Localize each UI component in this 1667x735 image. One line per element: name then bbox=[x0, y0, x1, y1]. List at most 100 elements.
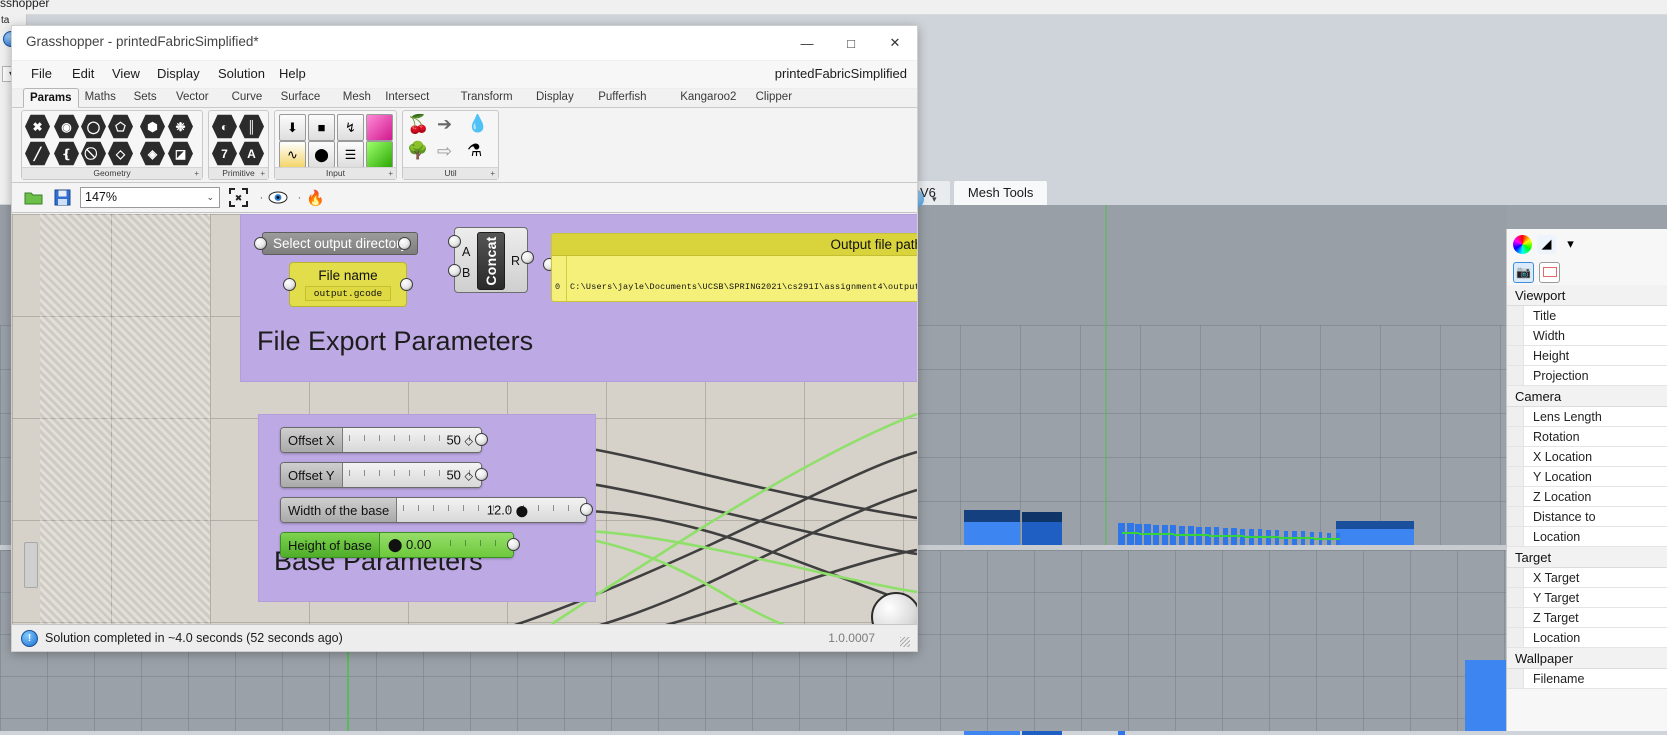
ribbon-expand-util[interactable]: + bbox=[490, 168, 495, 179]
slider-width-of-base-track[interactable]: 12.0 ⬤ bbox=[397, 498, 586, 522]
port-concat-a[interactable] bbox=[448, 235, 461, 248]
tab-mesh-tools[interactable]: Mesh Tools bbox=[952, 180, 1049, 205]
comp-util-pill-icon[interactable]: 💧 bbox=[467, 114, 493, 140]
comp-geometry-7[interactable]: ❴ bbox=[54, 141, 80, 167]
comp-geometry-8[interactable]: ⃠ bbox=[81, 141, 107, 167]
port-concat-r[interactable] bbox=[521, 251, 534, 264]
tab-pufferfish[interactable]: Pufferfish bbox=[592, 89, 652, 106]
menu-edit[interactable]: Edit bbox=[72, 66, 94, 81]
property-row-title[interactable]: Title bbox=[1507, 306, 1667, 326]
tab-display[interactable]: Display bbox=[530, 89, 580, 106]
minimize-button[interactable]: — bbox=[785, 26, 829, 60]
bake-flame-icon[interactable]: 🔥 bbox=[305, 187, 326, 208]
comp-util-arrow-right-icon[interactable]: ➔ bbox=[437, 114, 463, 140]
menu-help[interactable]: Help bbox=[279, 66, 306, 81]
slider-width-of-base-knob[interactable]: ⬤ bbox=[516, 506, 528, 518]
slider-height-of-base[interactable]: Height of base ⬤ 0.00 bbox=[280, 532, 514, 558]
slider-offset-y-track[interactable]: 50 ◇ bbox=[342, 463, 481, 487]
layers-icon[interactable]: ◢ bbox=[1537, 234, 1556, 254]
comp-primitive-3[interactable]: A bbox=[239, 141, 265, 167]
property-row-rotation[interactable]: Rotation bbox=[1507, 427, 1667, 447]
slider-offset-x-track[interactable]: 50 ◇ bbox=[342, 428, 481, 452]
menu-view[interactable]: View bbox=[112, 66, 140, 81]
property-row-z-location[interactable]: Z Location bbox=[1507, 487, 1667, 507]
comp-input-list-icon[interactable]: ☰ bbox=[337, 141, 364, 168]
tab-clipper[interactable]: Clipper bbox=[750, 89, 798, 106]
grasshopper-canvas[interactable]: File Export Parameters Base Parameters S… bbox=[12, 214, 917, 624]
tab-vector[interactable]: Vector bbox=[170, 89, 215, 106]
comp-util-tree-icon[interactable]: 🌳 bbox=[407, 141, 433, 167]
menu-file[interactable]: File bbox=[31, 66, 52, 81]
node-concat[interactable]: A B R Concat bbox=[454, 227, 528, 293]
node-file-name[interactable]: File name output.gcode bbox=[289, 262, 407, 307]
more-icon[interactable]: ▾ bbox=[1561, 235, 1580, 254]
port-height-of-base-out[interactable] bbox=[507, 538, 520, 551]
property-row-x-target[interactable]: X Target bbox=[1507, 568, 1667, 588]
resize-grip[interactable] bbox=[900, 637, 910, 647]
comp-input-button-icon[interactable]: ■ bbox=[308, 114, 335, 141]
camera-icon[interactable]: 📷 bbox=[1513, 261, 1534, 283]
ribbon-expand-geometry[interactable]: + bbox=[194, 168, 199, 179]
tab-sets[interactable]: Sets bbox=[128, 89, 163, 106]
open-folder-icon[interactable] bbox=[23, 187, 44, 208]
port-file-name-out[interactable] bbox=[400, 278, 413, 291]
property-row-projection[interactable]: Projection bbox=[1507, 366, 1667, 386]
property-row-distance-to[interactable]: Distance to bbox=[1507, 507, 1667, 527]
property-row-width[interactable]: Width bbox=[1507, 326, 1667, 346]
port-concat-b[interactable] bbox=[448, 264, 461, 277]
close-button[interactable]: ✕ bbox=[873, 26, 917, 60]
comp-geometry-0[interactable]: ✖ bbox=[25, 114, 51, 140]
preview-eye-icon[interactable] bbox=[267, 187, 288, 208]
zoom-extents-icon[interactable]: ✖ bbox=[228, 187, 249, 208]
comp-util-flask-icon[interactable]: ⚗ bbox=[467, 141, 493, 167]
comp-primitive-1[interactable]: ║ bbox=[239, 114, 265, 140]
canvas-scrollbar-thumb[interactable] bbox=[24, 542, 38, 588]
comp-geometry-6[interactable]: ╱ bbox=[25, 141, 51, 167]
property-row-z-target[interactable]: Z Target bbox=[1507, 608, 1667, 628]
comp-primitive-2[interactable]: 7 bbox=[212, 141, 238, 167]
menu-solution[interactable]: Solution bbox=[218, 66, 265, 81]
viewport-icon[interactable] bbox=[1539, 261, 1560, 283]
comp-geometry-11[interactable]: ◪ bbox=[168, 141, 194, 167]
menu-display[interactable]: Display bbox=[157, 66, 200, 81]
port-select-dir-in[interactable] bbox=[254, 237, 267, 250]
comp-geometry-2[interactable]: ◯ bbox=[81, 114, 107, 140]
comp-geometry-10[interactable]: ◈ bbox=[140, 141, 166, 167]
left-tab-0[interactable]: ta bbox=[1, 15, 9, 26]
comp-input-gradient-icon[interactable]: ↯ bbox=[337, 114, 364, 141]
tab-intersect[interactable]: Intersect bbox=[379, 89, 435, 106]
tab-kangaroo2[interactable]: Kangaroo2 bbox=[674, 89, 742, 106]
property-row-x-location[interactable]: X Location bbox=[1507, 447, 1667, 467]
color-wheel-icon[interactable] bbox=[1513, 234, 1532, 254]
property-row-y-location[interactable]: Y Location bbox=[1507, 467, 1667, 487]
slider-offset-x-knob[interactable]: ◇ bbox=[465, 436, 473, 448]
tab-transform[interactable]: Transform bbox=[455, 89, 519, 106]
comp-input-colorswatch-icon[interactable] bbox=[366, 114, 393, 141]
property-row-height[interactable]: Height bbox=[1507, 346, 1667, 366]
maximize-button[interactable]: □ bbox=[829, 26, 873, 60]
chevron-down-icon[interactable]: ⌄ bbox=[206, 192, 214, 203]
display-mode-caret-icon[interactable]: ▾ bbox=[932, 194, 937, 205]
port-select-dir-out[interactable] bbox=[398, 237, 411, 250]
comp-geometry-3[interactable]: ⬠ bbox=[108, 114, 134, 140]
tab-surface[interactable]: Surface bbox=[275, 89, 327, 106]
tab-params[interactable]: Params bbox=[23, 88, 79, 108]
port-offset-x-out[interactable] bbox=[475, 433, 488, 446]
node-output-file-path-panel[interactable]: Output file path 0 C:\Users\jayle\Docume… bbox=[551, 233, 917, 302]
slider-height-of-base-knob[interactable]: ⬤ bbox=[388, 537, 403, 552]
slider-offset-y[interactable]: Offset Y 50 ◇ bbox=[280, 462, 482, 488]
comp-input-slider-icon[interactable]: ⬇ bbox=[279, 114, 306, 141]
slider-height-of-base-track[interactable]: ⬤ 0.00 bbox=[379, 533, 513, 557]
slider-offset-y-knob[interactable]: ◇ bbox=[465, 471, 473, 483]
port-offset-y-out[interactable] bbox=[475, 468, 488, 481]
tab-maths[interactable]: Maths bbox=[79, 89, 122, 106]
comp-input-knob-icon[interactable]: ⬤ bbox=[308, 141, 335, 168]
comp-geometry-9[interactable]: ◇ bbox=[108, 141, 134, 167]
port-file-name-in[interactable] bbox=[283, 278, 296, 291]
comp-geometry-5[interactable]: ❉ bbox=[168, 114, 194, 140]
ribbon-expand-input[interactable]: + bbox=[388, 168, 393, 179]
property-row-filename[interactable]: Filename bbox=[1507, 669, 1667, 689]
grasshopper-titlebar[interactable]: Grasshopper - printedFabricSimplified* —… bbox=[12, 26, 917, 61]
property-row-y-target[interactable]: Y Target bbox=[1507, 588, 1667, 608]
comp-geometry-1[interactable]: ◉ bbox=[54, 114, 80, 140]
